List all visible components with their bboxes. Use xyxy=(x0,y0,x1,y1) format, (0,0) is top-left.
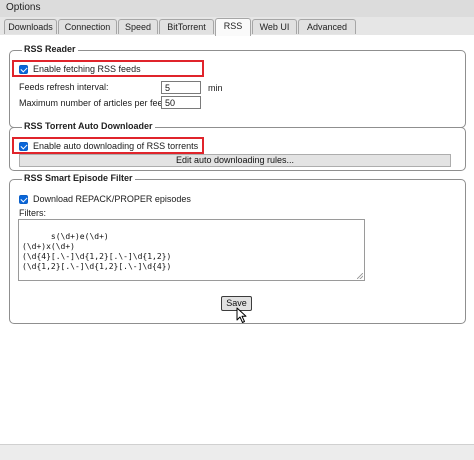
tab-advanced[interactable]: Advanced xyxy=(298,19,356,34)
refresh-interval-input[interactable]: 5 xyxy=(161,81,201,94)
refresh-unit-label: min xyxy=(208,83,223,93)
tab-strip: Downloads Connection Speed BitTorrent RS… xyxy=(0,17,474,36)
enable-rss-checkbox[interactable] xyxy=(19,64,28,74)
status-bar xyxy=(0,444,474,460)
rss-reader-group: RSS Reader Enable fetching RSS feeds Fee… xyxy=(9,44,466,128)
refresh-interval-label: Feeds refresh interval: xyxy=(19,82,109,92)
rss-reader-legend: RSS Reader xyxy=(22,44,78,54)
window-titlebar: Options xyxy=(0,0,474,18)
tab-rss[interactable]: RSS xyxy=(215,18,251,36)
filters-textarea[interactable]: s(\d+)e(\d+) (\d+)x(\d+) (\d{4}[.\-]\d{1… xyxy=(18,219,365,281)
smart-filter-legend: RSS Smart Episode Filter xyxy=(22,173,135,183)
tab-speed[interactable]: Speed xyxy=(118,19,158,34)
auto-downloader-legend: RSS Torrent Auto Downloader xyxy=(22,121,155,131)
resize-grip-icon[interactable] xyxy=(357,273,363,279)
repack-row: Download REPACK/PROPER episodes xyxy=(19,194,191,204)
tab-downloads[interactable]: Downloads xyxy=(4,19,57,34)
edit-rules-button[interactable]: Edit auto downloading rules... xyxy=(19,154,451,167)
enable-auto-download-label: Enable auto downloading of RSS torrents xyxy=(33,141,199,151)
max-articles-input[interactable]: 50 xyxy=(161,96,201,109)
tab-webui[interactable]: Web UI xyxy=(252,19,297,34)
tab-connection[interactable]: Connection xyxy=(58,19,117,34)
enable-rss-row: Enable fetching RSS feeds xyxy=(19,64,141,74)
tab-bittorrent[interactable]: BitTorrent xyxy=(159,19,214,34)
enable-auto-download-row: Enable auto downloading of RSS torrents xyxy=(19,141,198,151)
mouse-pointer-icon xyxy=(236,307,247,323)
filters-text: s(\d+)e(\d+) (\d+)x(\d+) (\d{4}[.\-]\d{1… xyxy=(22,232,172,271)
repack-checkbox[interactable] xyxy=(19,194,28,204)
enable-rss-label: Enable fetching RSS feeds xyxy=(33,64,141,74)
auto-downloader-group: RSS Torrent Auto Downloader Enable auto … xyxy=(9,121,466,171)
enable-auto-download-checkbox[interactable] xyxy=(19,141,28,151)
max-articles-label: Maximum number of articles per feed: xyxy=(19,98,171,108)
repack-label: Download REPACK/PROPER episodes xyxy=(33,194,191,204)
window-title: Options xyxy=(6,2,41,13)
options-content: RSS Reader Enable fetching RSS feeds Fee… xyxy=(0,35,474,444)
filters-label: Filters: xyxy=(19,208,46,218)
